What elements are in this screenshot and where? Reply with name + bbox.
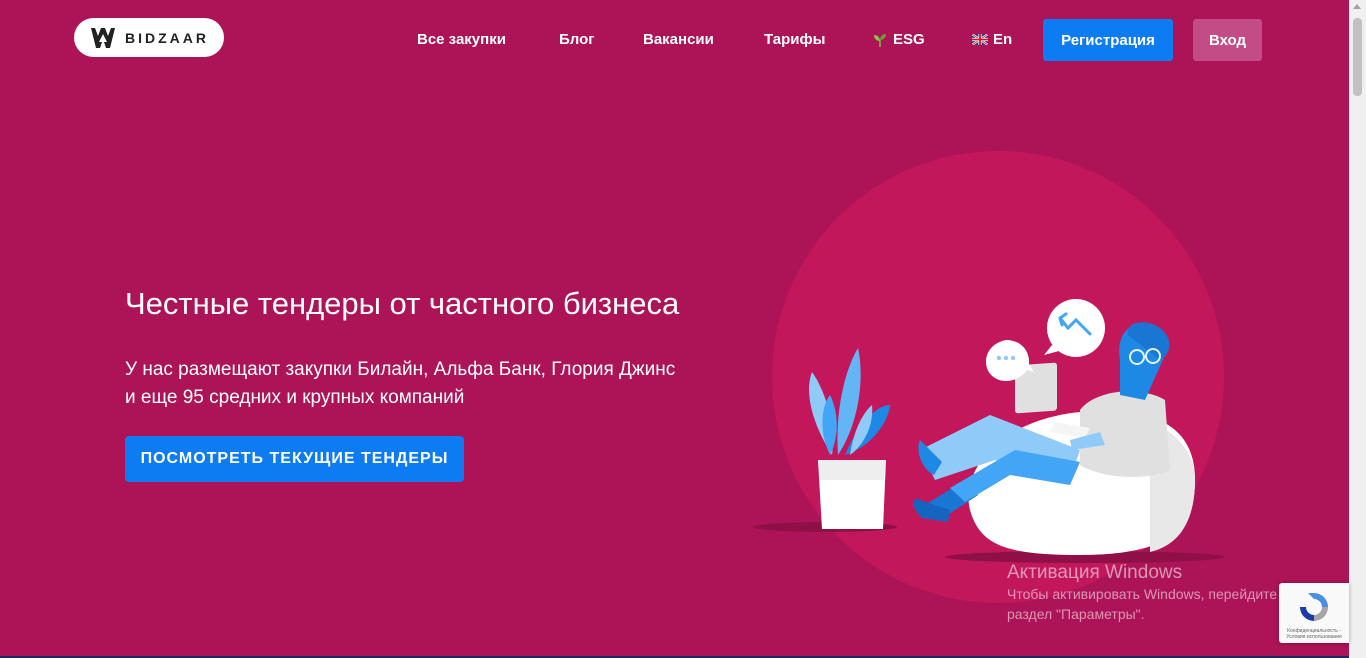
logo-text: BIDZAAR — [125, 29, 209, 46]
nav-esg-label: ESG — [893, 31, 925, 48]
vertical-scrollbar[interactable] — [1349, 0, 1366, 658]
nav-language-label: En — [993, 31, 1013, 48]
register-button[interactable]: Регистрация — [1043, 19, 1173, 61]
scrollbar-thumb[interactable] — [1353, 18, 1362, 96]
windows-activation-watermark: Активация Windows Чтобы активировать Win… — [1007, 562, 1289, 624]
recaptcha-badge[interactable]: Конфиденциальность - Условия использован… — [1279, 583, 1349, 643]
nav-vacancies[interactable]: Вакансии — [643, 31, 714, 48]
recaptcha-icon — [1300, 593, 1328, 621]
sprout-icon — [874, 33, 886, 47]
uk-flag-icon — [972, 34, 988, 45]
nav-tariffs[interactable]: Тарифы — [764, 31, 825, 48]
activation-title: Активация Windows — [1007, 562, 1183, 583]
hero-illustration — [753, 151, 1225, 603]
bidzaar-logo[interactable]: BIDZAAR — [74, 18, 224, 57]
activation-line2: раздел "Параметры". — [1007, 606, 1145, 622]
top-navigation-bar: BIDZAAR Все закупки Блог Вакансии Тарифы… — [0, 0, 1349, 80]
activation-line1: Чтобы активировать Windows, перейдите в — [1007, 586, 1289, 602]
bidzaar-logo-icon — [91, 27, 115, 48]
hero-subtitle-line2: и еще 95 средних и крупных компаний — [125, 387, 465, 408]
nav-esg[interactable]: ESG — [872, 31, 925, 48]
nav-language[interactable]: En — [972, 31, 1012, 48]
nav-all-purchases[interactable]: Все закупки — [417, 31, 506, 48]
view-tenders-button[interactable]: ПОСМОТРЕТЬ ТЕКУЩИЕ ТЕНДЕРЫ — [125, 436, 464, 482]
hero-title: Честные тендеры от частного бизнеса — [125, 286, 680, 321]
hero-subtitle-line1: У нас размещают закупки Билайн, Альфа Ба… — [125, 359, 676, 380]
recaptcha-privacy-text: Конфиденциальность - Условия использован… — [1286, 628, 1342, 640]
login-button[interactable]: Вход — [1193, 19, 1262, 61]
hero-subtitle: У нас размещают закупки Билайн, Альфа Ба… — [125, 356, 745, 412]
scroll-up-arrow-icon[interactable] — [1353, 4, 1361, 9]
nav-blog[interactable]: Блог — [559, 31, 595, 48]
